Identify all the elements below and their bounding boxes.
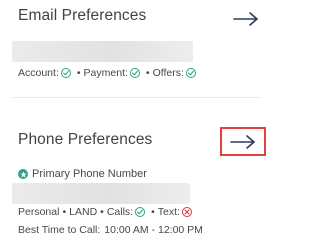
best-time-label: Best Time to Call: [18,224,101,236]
separator: • [151,206,155,218]
payment-label: Payment: [83,67,128,79]
best-time-value: 10:00 AM - 12:00 PM [104,224,203,236]
email-preferences-arrow-button[interactable] [221,4,271,34]
section-divider [12,97,262,98]
best-time-line: Best Time to Call: 10:00 AM - 12:00 PM [18,224,203,236]
check-circle-icon [129,68,140,78]
email-preferences-title: Email Preferences [18,7,147,24]
separator: • [145,67,150,79]
carrier-type: LAND [69,206,98,218]
check-circle-icon [135,207,146,217]
check-circle-icon [185,68,196,78]
email-preferences-section: Email Preferences Account: • Payment: • … [0,0,282,100]
separator: • [62,206,67,218]
separator: • [76,67,81,79]
separator: • [100,206,104,218]
arrow-right-icon [230,134,255,149]
account-label: Account: [18,67,59,79]
star-badge-icon [18,169,28,179]
phone-preferences-section: Phone Preferences Primary Phone Number P… [0,120,282,240]
phone-preferences-arrow-button[interactable] [220,127,266,156]
x-circle-icon [181,207,192,217]
email-status-line: Account: • Payment: • Offers: [18,67,199,79]
email-address-masked [12,41,193,62]
arrow-right-icon [233,12,258,26]
phone-preferences-title: Phone Preferences [18,131,153,148]
text-label: Text: [157,206,180,218]
primary-phone-row: Primary Phone Number [18,168,147,180]
calls-label: Calls: [106,206,134,218]
offers-label: Offers: [152,67,184,79]
check-circle-icon [60,68,71,78]
phone-status-line: Personal • LAND • Calls: • Text: [18,206,195,218]
phone-number-masked [12,183,190,204]
primary-phone-label: Primary Phone Number [32,168,147,180]
line-type: Personal [18,206,60,218]
